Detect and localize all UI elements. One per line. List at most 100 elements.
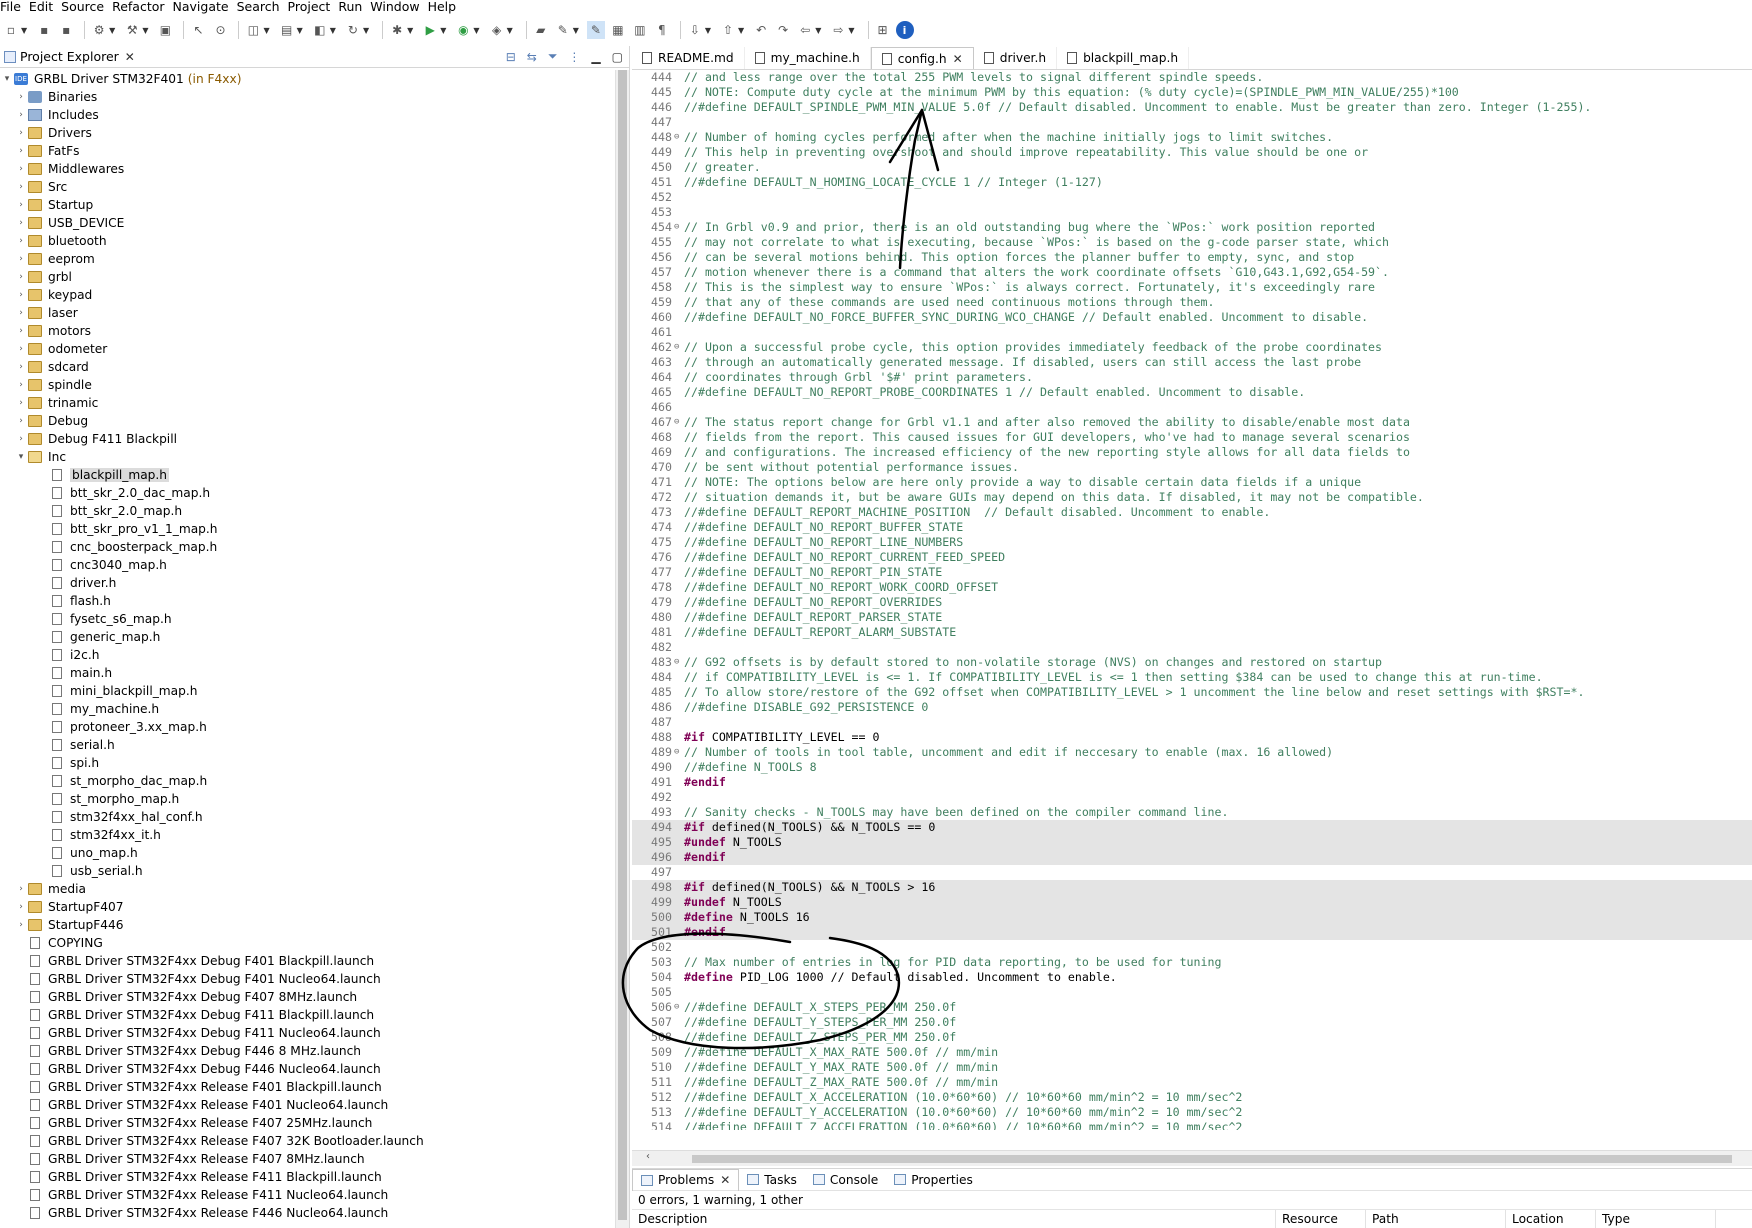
code-line[interactable]: 478 //#define DEFAULT_NO_REPORT_WORK_COOR… [632,580,1752,595]
back-icon[interactable]: ⇦ [796,21,814,39]
collapse-all-icon[interactable]: ⊟ [506,50,516,64]
code-line[interactable]: 489 ⊖// Number of tools in tool table, un… [632,745,1752,760]
tree-file-item[interactable]: stm32f4xx_hal_conf.h [0,808,615,826]
code-line[interactable]: 513 //#define DEFAULT_Y_ACCELERATION (10.… [632,1105,1752,1120]
chevron-down-icon[interactable]: ▾ [14,452,28,462]
tree-file-item[interactable]: main.h [0,664,615,682]
chevron-down-icon[interactable]: ▼ [473,26,479,35]
code-line[interactable]: 499 #undef N_TOOLS [632,895,1752,910]
code-line[interactable]: 505 [632,985,1752,1000]
tree-file-item[interactable]: GRBL Driver STM32F4xx Release F401 Nucle… [0,1096,615,1114]
save-icon[interactable]: ▪ [35,21,53,39]
tree-file-item[interactable]: uno_map.h [0,844,615,862]
chevron-down-icon[interactable]: ▼ [848,26,854,35]
tree-folder-item[interactable]: › Startup [0,196,615,214]
tab-problems[interactable]: Problems ✕ [632,1168,740,1191]
code-line[interactable]: 444 // and less range over the total 255 … [632,70,1752,85]
tab-tasks[interactable]: Tasks [739,1169,805,1191]
chevron-down-icon[interactable]: ▼ [815,26,821,35]
code-line[interactable]: 492 [632,790,1752,805]
tree-file-item[interactable]: GRBL Driver STM32F4xx Release F411 Nucle… [0,1186,615,1204]
forward-edit-icon[interactable]: ↷ [774,21,792,39]
chevron-right-icon[interactable]: › [14,326,28,336]
chevron-right-icon[interactable]: › [14,434,28,444]
code-line[interactable]: 502 [632,940,1752,955]
code-line[interactable]: 469 // and configurations. The increased … [632,445,1752,460]
pen-icon[interactable]: ✎ [554,21,572,39]
code-line[interactable]: 464 // coordinates through Grbl '$#' prin… [632,370,1752,385]
chevron-down-icon[interactable]: ▼ [507,26,513,35]
code-line[interactable]: 456 // can be several motions behind. Thi… [632,250,1752,265]
close-icon[interactable]: ✕ [953,52,963,66]
chevron-right-icon[interactable]: › [14,200,28,210]
code-line[interactable]: 455 // may not correlate to what is execu… [632,235,1752,250]
chevron-down-icon[interactable]: ▾ [0,74,14,84]
chevron-right-icon[interactable]: › [14,236,28,246]
tree-folder-item[interactable]: › StartupF446 [0,916,615,934]
view-menu-icon[interactable]: ⋮ [568,50,580,64]
external-tools-icon[interactable]: ◉ [454,21,472,39]
chevron-down-icon[interactable]: ▼ [109,26,115,35]
code-line[interactable]: 482 [632,640,1752,655]
chevron-right-icon[interactable]: › [14,380,28,390]
column-header-path[interactable]: Path [1366,1209,1506,1228]
code-line[interactable]: 487 [632,715,1752,730]
code-line[interactable]: 476 //#define DEFAULT_NO_REPORT_CURRENT_F… [632,550,1752,565]
tree-file-item[interactable]: serial.h [0,736,615,754]
code-line[interactable]: 495 #undef N_TOOLS [632,835,1752,850]
code-line[interactable]: 470 // be sent without potential performa… [632,460,1752,475]
tree-folder-item[interactable]: › grbl [0,268,615,286]
code-line[interactable]: 465 //#define DEFAULT_NO_REPORT_PROBE_COO… [632,385,1752,400]
chevron-right-icon[interactable]: › [14,164,28,174]
tab-console[interactable]: Console [805,1169,886,1191]
code-line[interactable]: 506 ⊖//#define DEFAULT_X_STEPS_PER_MM 250… [632,1000,1752,1015]
filter-icon[interactable]: ⏷ [548,49,558,64]
code-line[interactable]: 450 // greater. [632,160,1752,175]
fold-icon[interactable]: ⊖ [674,415,684,430]
chevron-left-icon[interactable]: ‹ [646,1151,650,1162]
editor-tab[interactable]: blackpill_map.h [1057,47,1190,69]
tree-file-item[interactable]: COPYING [0,934,615,952]
code-line[interactable]: 496 #endif [632,850,1752,865]
tree-file-item[interactable]: GRBL Driver STM32F4xx Debug F446 Nucleo6… [0,1060,615,1078]
tree-file-item[interactable]: btt_skr_2.0_dac_map.h [0,484,615,502]
code-line[interactable]: 477 //#define DEFAULT_NO_REPORT_PIN_STATE [632,565,1752,580]
code-line[interactable]: 448 ⊖// Number of homing cycles performed… [632,130,1752,145]
tree-folder-item[interactable]: › bluetooth [0,232,615,250]
open-perspective-icon[interactable]: ⊞ [874,21,892,39]
code-line[interactable]: 475 //#define DEFAULT_NO_REPORT_LINE_NUMB… [632,535,1752,550]
chevron-right-icon[interactable]: › [14,254,28,264]
chevron-right-icon[interactable]: › [14,362,28,372]
code-line[interactable]: 445 // NOTE: Compute duty cycle at the mi… [632,85,1752,100]
code-line[interactable]: 462 ⊖// Upon a successful probe cycle, th… [632,340,1752,355]
word-wrap-icon[interactable]: ▥ [631,21,649,39]
minimize-icon[interactable]: ▁ [591,50,600,64]
code-line[interactable]: 488 #if COMPATIBILITY_LEVEL == 0 [632,730,1752,745]
new-class-icon[interactable]: ◫ [244,21,262,39]
menu-help[interactable]: Help [428,0,465,14]
scrollbar-thumb[interactable] [692,1155,1732,1163]
column-header-resource[interactable]: Resource [1276,1209,1366,1228]
code-line[interactable]: 490 //#define N_TOOLS 8 [632,760,1752,775]
tree-file-item[interactable]: GRBL Driver STM32F4xx Debug F401 Blackpi… [0,952,615,970]
link-editor-icon[interactable]: ⇆ [527,50,537,64]
chevron-right-icon[interactable]: › [14,884,28,894]
chevron-right-icon[interactable]: › [14,92,28,102]
tree-file-item[interactable]: flash.h [0,592,615,610]
editor-horizontal-scrollbar[interactable]: ‹ [632,1150,1752,1166]
code-line[interactable]: 511 //#define DEFAULT_Z_MAX_RATE 500.0f /… [632,1075,1752,1090]
code-line[interactable]: 503 // Max number of entries in log for P… [632,955,1752,970]
binary-icon[interactable]: ▣ [156,21,174,39]
code-line[interactable]: 449 // This help in preventing overshoot … [632,145,1752,160]
code-line[interactable]: 474 //#define DEFAULT_NO_REPORT_BUFFER_ST… [632,520,1752,535]
chevron-right-icon[interactable]: › [14,398,28,408]
info-icon[interactable]: i [895,21,914,39]
chevron-right-icon[interactable]: › [14,308,28,318]
tree-project-root[interactable]: ▾ IDE GRBL Driver STM32F401 (in F4xx) [0,70,615,88]
chevron-down-icon[interactable]: ▼ [21,26,27,35]
build-icon[interactable]: ⚙ [90,21,108,39]
code-line[interactable]: 481 //#define DEFAULT_REPORT_ALARM_SUBSTA… [632,625,1752,640]
code-line[interactable]: 512 //#define DEFAULT_X_ACCELERATION (10.… [632,1090,1752,1105]
chevron-right-icon[interactable]: › [14,416,28,426]
code-line[interactable]: 468 // fields from the report. This cause… [632,430,1752,445]
